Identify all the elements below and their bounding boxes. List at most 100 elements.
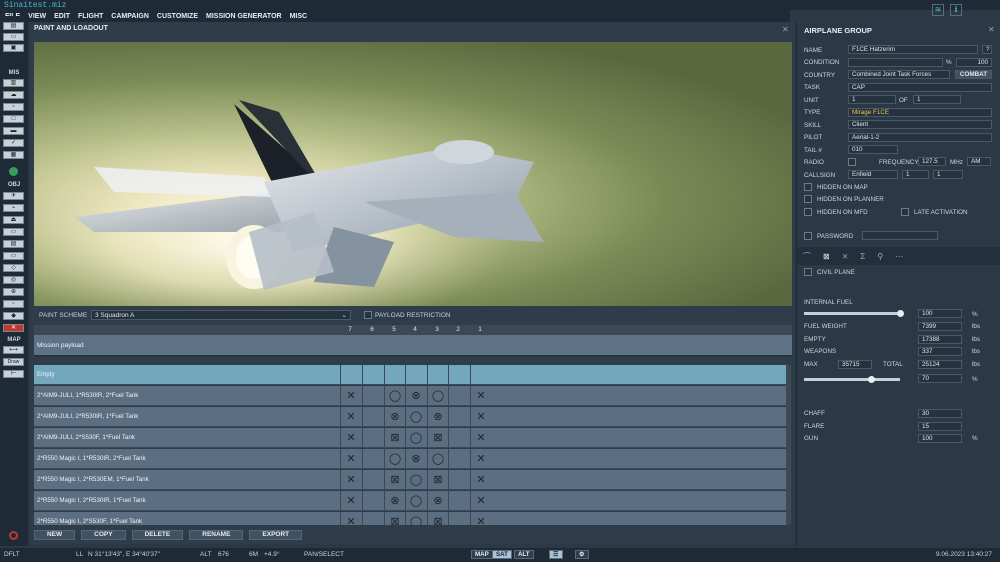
loadout-row[interactable]: 2*AIM9-JULI, 2*S530F, 1*Fuel Tank ✕ ⊠ ◯ ⊠ ✕ [34,428,786,448]
loadout-row[interactable]: 2*R550 Magic I, 1*R530IR, 2*Fuel Tank ✕ ◯ ⊗… [34,449,786,469]
target-icon[interactable]: ⊕ [3,288,24,296]
goals-icon[interactable]: ▬ [3,127,24,135]
save-icon[interactable]: ▣ [3,44,24,52]
password-field[interactable] [862,231,938,240]
mission-payload-row[interactable] [34,335,792,357]
alt-button[interactable]: ALT [514,550,534,559]
loadout-row[interactable]: 2*R550 Magic I, 2*R530IR, 1*Fuel Tank ✕ ⊗ ◯… [34,491,786,511]
route-icon[interactable]: ◇ [3,264,24,272]
loadout-row[interactable]: 2*AIM9-JULI, 2*R530IR, 1*Fuel Tank ✕ ⊗ ◯ ⊗ ✕ [34,407,786,427]
briefing-icon[interactable]: ▥ [3,79,24,87]
menu-edit[interactable]: EDIT [54,13,70,20]
new-button[interactable]: NEW [34,530,76,540]
weather-icon[interactable]: ☁ [3,91,24,99]
callsign-number-1[interactable]: 1 [902,170,929,179]
secondary-slider-knob[interactable] [868,376,875,383]
hidden-planner-checkbox[interactable] [804,195,812,203]
tab-route-icon[interactable]: ⌒ [803,251,811,262]
zone-icon[interactable]: ◎ [3,276,24,284]
callsign-number-2[interactable]: 1 [933,170,963,179]
dflt-select[interactable]: DFLT [4,551,20,558]
secondary-slider-field[interactable]: 70 [918,374,962,383]
menu-misc[interactable]: MISC [290,13,308,20]
tab-radio-icon[interactable]: ⚲ [877,252,883,261]
menu-campaign[interactable]: CAMPAIGN [111,13,149,20]
flare-stepper[interactable]: 15 [918,422,962,431]
map-tool-icon[interactable]: ⟷ [3,346,24,354]
hidden-map-checkbox[interactable] [804,183,812,191]
open-folder-icon[interactable]: ▭ [3,33,24,41]
close-icon[interactable]: ✕ [782,25,789,34]
draw-button[interactable]: Draw [3,358,24,366]
trigger-icon[interactable]: □ [3,115,24,123]
combat-button[interactable]: COMBAT [955,70,992,79]
gun-stepper[interactable]: 100 [918,434,962,443]
airplane-icon[interactable]: ✈ [3,192,24,200]
menu-flight[interactable]: FLIGHT [78,13,103,20]
menu-view[interactable]: VIEW [28,13,46,20]
shapes-icon[interactable]: ◆ [3,312,24,320]
tab-payload-icon[interactable]: ⊠ [823,252,830,261]
map-button[interactable]: MAP [471,550,493,559]
internal-fuel-slider[interactable] [804,312,900,315]
help-button[interactable]: ? [982,45,992,54]
record-icon[interactable] [9,531,18,540]
delete-button[interactable]: DELETE [131,530,184,540]
ruler-icon[interactable]: ⊢ [3,370,24,378]
civil-plane-checkbox[interactable] [804,268,812,276]
close-icon[interactable]: ✕ [988,25,995,34]
vehicle-icon[interactable]: ▭ [3,228,24,236]
train-icon[interactable]: ▭ [3,252,24,260]
country-select[interactable]: Combined Joint Task Forces [848,70,950,79]
password-checkbox[interactable] [804,232,812,240]
unit-count-stepper[interactable]: 1 [913,95,961,104]
tab-more-icon[interactable]: ⋯ [895,252,903,261]
template-icon[interactable]: ▫ [3,300,24,308]
export-button[interactable]: EXPORT [249,530,303,540]
callsign-select[interactable]: Enfield [848,170,898,179]
wifi-icon[interactable]: ≋ [932,4,944,16]
settings-icon[interactable]: ⚙ [575,550,589,559]
list-scrollbar[interactable] [786,365,791,525]
condition-field[interactable]: 100 [956,58,992,67]
type-select[interactable]: Mirage F1CE [848,108,992,117]
payload-restriction-checkbox[interactable] [364,311,372,319]
radio-checkbox[interactable] [848,158,856,166]
modulation-select[interactable]: AM [967,157,991,166]
frequency-field[interactable]: 127.5 [918,157,946,166]
unit-stepper[interactable]: 1 [848,95,896,104]
rename-button[interactable]: RENAME [189,530,244,540]
task-select[interactable]: CAP [848,83,992,92]
skill-select[interactable]: Client [848,120,992,129]
internal-fuel-field[interactable]: 100 [918,309,962,318]
condition-bar[interactable] [848,58,943,67]
info-icon[interactable]: ℹ [950,4,962,16]
hidden-mfd-checkbox[interactable] [804,208,812,216]
internal-fuel-knob[interactable] [897,310,904,317]
loadout-row[interactable]: 2*AIM9-JULI, 1*R530IR, 2*Fuel Tank ✕ ◯ ⊗ ◯ ✕ [34,386,786,406]
paint-scheme-select[interactable]: 3 Squadron A ⌄ [91,310,351,320]
static-object-icon[interactable]: ▤ [3,240,24,248]
helicopter-icon[interactable]: ⌁ [3,204,24,212]
ship-icon[interactable]: ⏏ [3,216,24,224]
tab-sum-icon[interactable]: Σ [860,252,865,261]
layers-icon[interactable]: ☰ [549,550,563,559]
new-file-icon[interactable]: ▤ [3,22,24,30]
coalition-icon[interactable]: ~ [3,103,24,111]
menu-customize[interactable]: CUSTOMIZE [157,13,198,20]
loadout-row[interactable]: Empty [34,365,786,385]
secondary-slider[interactable] [804,378,900,381]
copy-button[interactable]: COPY [81,530,126,540]
delete-object-icon[interactable]: ✕ [3,324,24,332]
tail-field[interactable]: 010 [848,145,898,154]
grid-icon[interactable]: ▦ [3,151,24,159]
group-name-field[interactable]: F1CE Hatzerim [848,45,978,54]
sat-button[interactable]: SAT [492,550,512,559]
loadout-row[interactable]: 2*R550 Magic I, 2*R530EM, 1*Fuel Tank ✕ ⊠ ◯… [34,470,786,490]
pilot-field[interactable]: Aerial-1-2 [848,133,992,142]
tab-summary-icon[interactable]: ⨯ [842,252,849,261]
menu-mission-generator[interactable]: MISSION GENERATOR [206,13,282,20]
loadout-row[interactable]: 2*R550 Magic I, 2*S530F, 1*Fuel Tank ✕ ⊠ ◯ ⊠… [34,512,786,525]
late-activation-checkbox[interactable] [901,208,909,216]
chaff-stepper[interactable]: 30 [918,409,962,418]
